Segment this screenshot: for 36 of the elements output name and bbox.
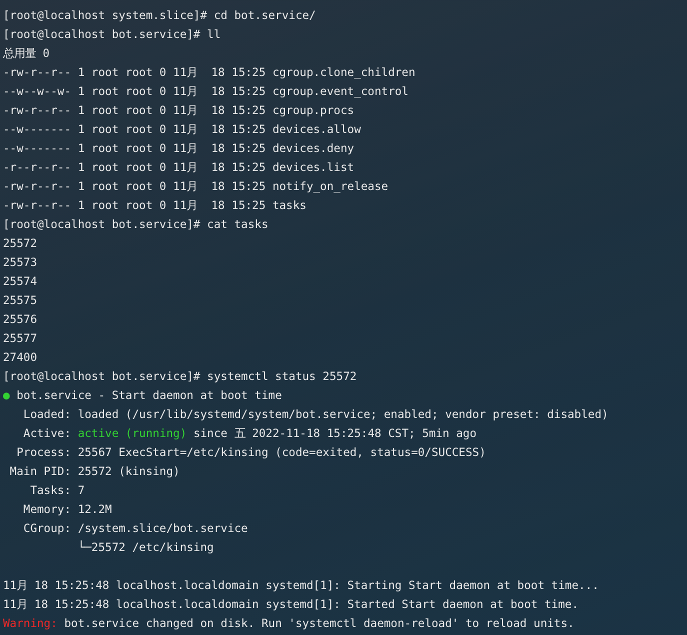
terminal-line: Tasks: 7 (29, 483, 86, 499)
terminal-text: ● (3, 388, 10, 404)
terminal-line: └─25572 /etc/kinsing (76, 539, 215, 556)
terminal-text: Active: (22, 426, 72, 442)
terminal-text: since 五 2022-11-18 15:25:48 CST; 5min ago (192, 426, 477, 442)
terminal-line: 11月 18 15:25:48 localhost.localdomain systemd[1]: Starting Start daemon at boot time... (3, 578, 600, 594)
terminal-line: -rw-r--r-- 1 root root 0 11月 18 15:25 notify_on_release (3, 179, 390, 195)
terminal-text: Warning: (3, 616, 58, 632)
terminal-line: 25577 (3, 331, 38, 347)
terminal-line: --w--w--w- 1 root root 0 11月 18 15:25 cgroup.event_control (3, 84, 410, 100)
terminal-line: 25572 (3, 236, 38, 252)
terminal-line: [root@localhost system.slice]# cd bot.service/ (3, 8, 317, 24)
terminal-text: bot.service - Start daemon at boot time (16, 388, 282, 404)
terminal-line: Main PID: 25572 (kinsing) (8, 464, 181, 480)
terminal-line: CGroup: /system.slice/bot.service (22, 521, 249, 537)
terminal-line: [root@localhost bot.service]# systemctl status 25572 (3, 369, 358, 385)
terminal-text: active (running) (78, 426, 187, 442)
terminal-line: -rw-r--r-- 1 root root 0 11月 18 15:25 cgroup.procs (3, 103, 356, 119)
terminal-line: 25575 (3, 293, 38, 309)
terminal-line: --w------- 1 root root 0 11月 18 15:25 devices.deny (3, 141, 356, 157)
terminal-line: Loaded: loaded (/usr/lib/systemd/system/bot.service; enabled; vendor preset: disabled) (22, 407, 610, 423)
terminal-line: 25573 (3, 255, 38, 271)
terminal-line: -rw-r--r-- 1 root root 0 11月 18 15:25 tasks (3, 198, 308, 214)
terminal-line: -r--r--r-- 1 root root 0 11月 18 15:25 devices.list (3, 160, 356, 176)
terminal-text: bot.service changed on disk. Run 'systemctl daemon-reload' to reload units. (63, 616, 574, 632)
terminal-line: 27400 (3, 350, 38, 366)
terminal-line: -rw-r--r-- 1 root root 0 11月 18 15:25 cgroup.clone_children (3, 65, 416, 81)
terminal-line: 总用量 0 (3, 46, 51, 62)
terminal-line: --w------- 1 root root 0 11月 18 15:25 devices.allow (3, 122, 362, 138)
terminal-line: [root@localhost bot.service]# cat tasks (3, 217, 270, 233)
terminal-line: [root@localhost bot.service]# ll (3, 27, 222, 43)
terminal-line: Process: 25567 ExecStart=/etc/kinsing (code=exited, status=0/SUCCESS) (16, 445, 487, 461)
terminal-line: 25576 (3, 312, 38, 328)
terminal-line: 25574 (3, 274, 38, 290)
terminal-line: Memory: 12.2M (22, 502, 113, 518)
terminal-line: 11月 18 15:25:48 localhost.localdomain systemd[1]: Started Start daemon at boot time. (3, 597, 580, 613)
